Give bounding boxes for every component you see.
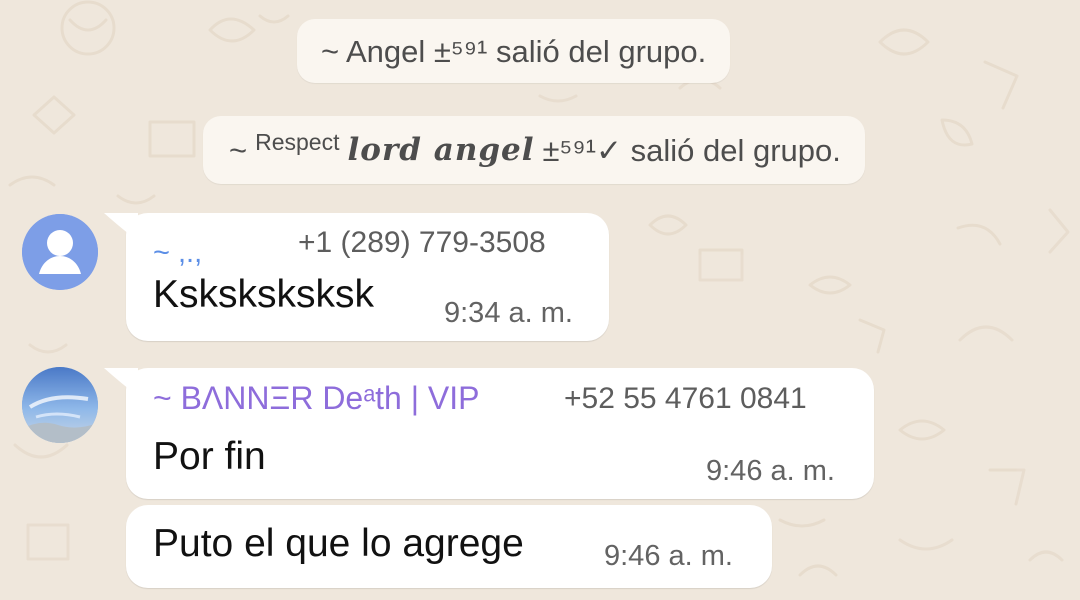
system-message-left-group-angel: ~ Angel ±⁵⁹¹ salió del grupo. [297, 19, 731, 83]
system-message-left-group-lord-angel: ~ Respect lord angel ±⁵⁹¹✓ salió del gru… [203, 116, 865, 184]
bubble-tail [104, 368, 138, 396]
system-message-stylized-name: lord angel [347, 131, 535, 168]
sender-phone[interactable]: +1 (289) 779-3508 [298, 228, 546, 258]
system-message-suffix: ±⁵⁹¹✓ salió del grupo. [542, 132, 841, 168]
message-bubble-2[interactable]: ~ BΛNNΞR Deᵃth | VIP +52 55 4761 0841 Po… [104, 368, 874, 499]
sender-avatar-default[interactable] [22, 214, 98, 290]
system-message-prefix: ~ [229, 132, 248, 168]
message-time: 9:46 a. m. [706, 455, 835, 487]
system-message-text: ~ Angel ±⁵⁹¹ salió del grupo. [321, 33, 707, 69]
sender-name[interactable]: ~ ,., [153, 239, 202, 268]
message-text: Ksksksksksk [153, 273, 375, 316]
bubble-tail [104, 213, 138, 241]
message-text: Por fin [153, 435, 266, 478]
system-message-respect: Respect [255, 128, 340, 155]
message-time: 9:46 a. m. [604, 540, 733, 572]
message-bubble-3[interactable]: Puto el que lo agrege 9:46 a. m. [126, 505, 772, 588]
sky-photo-avatar [22, 367, 98, 443]
message-bubble-1[interactable]: ~ ,., +1 (289) 779-3508 Ksksksksksk 9:34… [104, 213, 609, 341]
sender-name[interactable]: ~ BΛNNΞR Deᵃth | VIP [153, 382, 479, 414]
sender-phone[interactable]: +52 55 4761 0841 [564, 384, 807, 414]
person-silhouette-icon [22, 214, 98, 290]
message-time: 9:34 a. m. [444, 297, 573, 329]
sender-avatar-photo[interactable] [22, 367, 98, 443]
message-text: Puto el que lo agrege [153, 522, 524, 565]
